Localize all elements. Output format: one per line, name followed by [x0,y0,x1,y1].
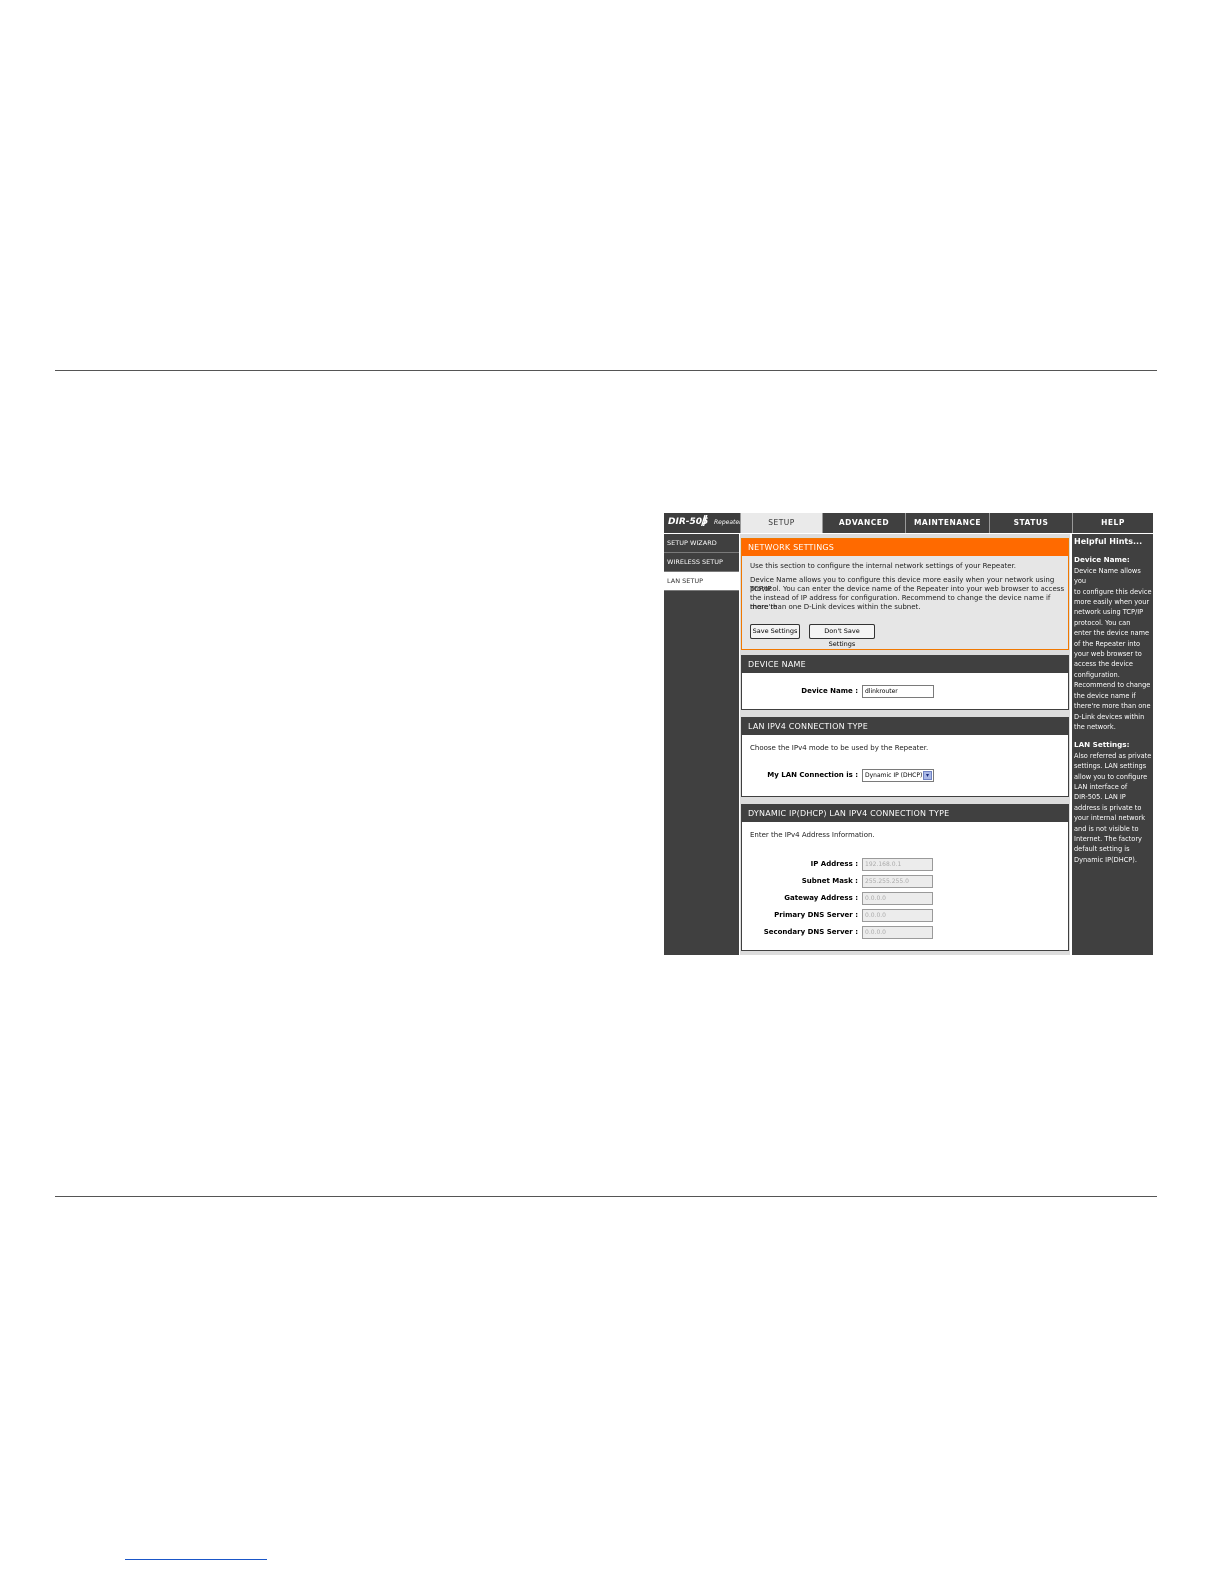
help-line: settings. LAN settings [1074,762,1147,771]
help-heading-device-name: Device Name: [1074,555,1130,565]
router-screenshot: DIR-505 // Repeater SETUP ADVANCED MAINT… [664,513,1153,955]
secondary-dns-label: Secondary DNS Server : [763,928,858,936]
sidebar-item-wireless-setup[interactable]: WIRELESS SETUP [664,553,739,572]
mode-label: Repeater [714,519,742,526]
chevron-down-icon[interactable]: ▾ [923,771,932,780]
tab-help[interactable]: HELP [1072,513,1153,533]
help-line: there're more than one [1074,702,1151,711]
help-title: Helpful Hints... [1074,537,1143,546]
section-title: DYNAMIC IP(DHCP) LAN IPV4 CONNECTION TYP… [742,805,1068,822]
sidebar: SETUP WIZARD WIRELESS SETUP LAN SETUP [664,534,739,955]
ip-address-label: IP Address : [810,860,858,868]
help-line: more easily when your [1074,598,1150,607]
logo-slash-icon: // [701,514,707,529]
dhcp-intro: Enter the IPv4 Address Information. [750,831,875,839]
primary-dns-field[interactable]: 0.0.0.0 [862,909,933,922]
network-settings-desc-line: protocol. You can enter the device name … [750,585,1065,593]
help-line: LAN interface of [1074,782,1128,791]
help-line: the network. [1074,722,1116,731]
help-line: and is not visible to [1074,824,1139,833]
section-title: NETWORK SETTINGS [742,539,1068,556]
help-line: enter the device name [1074,629,1150,638]
help-line: default setting is [1074,845,1130,854]
help-text-lan-settings: Also referred as private settings. LAN s… [1074,751,1153,865]
help-line: Dynamic IP(DHCP). [1074,855,1137,864]
product-logo: DIR-505 // Repeater [664,513,742,533]
section-title: LAN IPV4 CONNECTION TYPE [742,718,1068,735]
device-name-label: Device Name : [801,687,858,695]
device-name-section: DEVICE NAME Device Name : dlinkrouter [741,655,1069,710]
network-settings-intro: Use this section to configure the intern… [750,562,1017,570]
help-heading-lan-settings: LAN Settings: [1074,740,1130,750]
help-line: the device name if [1074,691,1136,700]
help-line: configuration. [1074,670,1120,679]
lan-type-intro: Choose the IPv4 mode to be used by the R… [750,744,929,752]
help-line: your internal network [1074,814,1146,823]
lan-connection-label: My LAN Connection is : [767,771,858,779]
network-settings-desc-line: more than one D-Link devices within the … [750,603,921,611]
help-line: DIR-505. LAN IP [1074,793,1126,802]
page-divider-bottom [55,1196,1157,1197]
help-line: allow you to configure [1074,772,1148,781]
sidebar-item-lan-setup[interactable]: LAN SETUP [664,572,739,591]
help-line: Device Name allows you [1074,566,1141,586]
tab-maintenance[interactable]: MAINTENANCE [905,513,989,533]
gateway-address-label: Gateway Address : [784,894,858,902]
help-text-device-name: Device Name allows you to configure this… [1074,566,1153,733]
dhcp-settings-section: DYNAMIC IP(DHCP) LAN IPV4 CONNECTION TYP… [741,804,1069,951]
gateway-address-field[interactable]: 0.0.0.0 [862,892,933,905]
tab-setup[interactable]: SETUP [740,513,822,533]
help-line: Recommend to change [1074,681,1151,690]
page-divider-top [55,370,1157,371]
device-name-input[interactable]: dlinkrouter [862,685,934,698]
network-settings-section: NETWORK SETTINGS Use this section to con… [741,538,1069,650]
help-panel: Helpful Hints... Device Name: Device Nam… [1072,534,1153,955]
lan-connection-select[interactable]: Dynamic IP (DHCP) ▾ [862,769,934,782]
selected-value: Dynamic IP (DHCP) [865,772,923,779]
subnet-mask-field[interactable]: 255.255.255.0 [862,875,933,888]
tab-advanced[interactable]: ADVANCED [822,513,905,533]
top-nav-bar: DIR-505 // Repeater SETUP ADVANCED MAINT… [664,513,1153,533]
save-settings-button[interactable]: Save Settings [750,624,800,639]
tab-status[interactable]: STATUS [989,513,1072,533]
help-line: to configure this device [1074,587,1152,596]
help-line: address is private to [1074,803,1142,812]
help-line: Also referred as private [1074,751,1152,760]
sidebar-item-setup-wizard[interactable]: SETUP WIZARD [664,534,739,553]
secondary-dns-field[interactable]: 0.0.0.0 [862,926,933,939]
help-line: D-Link devices within [1074,712,1145,721]
help-line: access the device [1074,660,1133,669]
subnet-mask-label: Subnet Mask : [801,877,858,885]
help-line: of the Repeater into [1074,639,1141,648]
main-content: NETWORK SETTINGS Use this section to con… [740,534,1070,955]
lan-connection-type-section: LAN IPV4 CONNECTION TYPE Choose the IPv4… [741,717,1069,797]
help-line: network using TCP/IP [1074,608,1144,617]
help-line: Internet. The factory [1074,834,1142,843]
help-line: your web browser to [1074,650,1142,659]
dont-save-settings-button[interactable]: Don't Save Settings [809,624,875,648]
help-line: protocol. You can [1074,618,1131,627]
ip-address-field[interactable]: 192.168.0.1 [862,858,933,871]
footer-link-underline[interactable] [125,1559,267,1560]
primary-dns-label: Primary DNS Server : [774,911,858,919]
section-title: DEVICE NAME [742,656,1068,673]
